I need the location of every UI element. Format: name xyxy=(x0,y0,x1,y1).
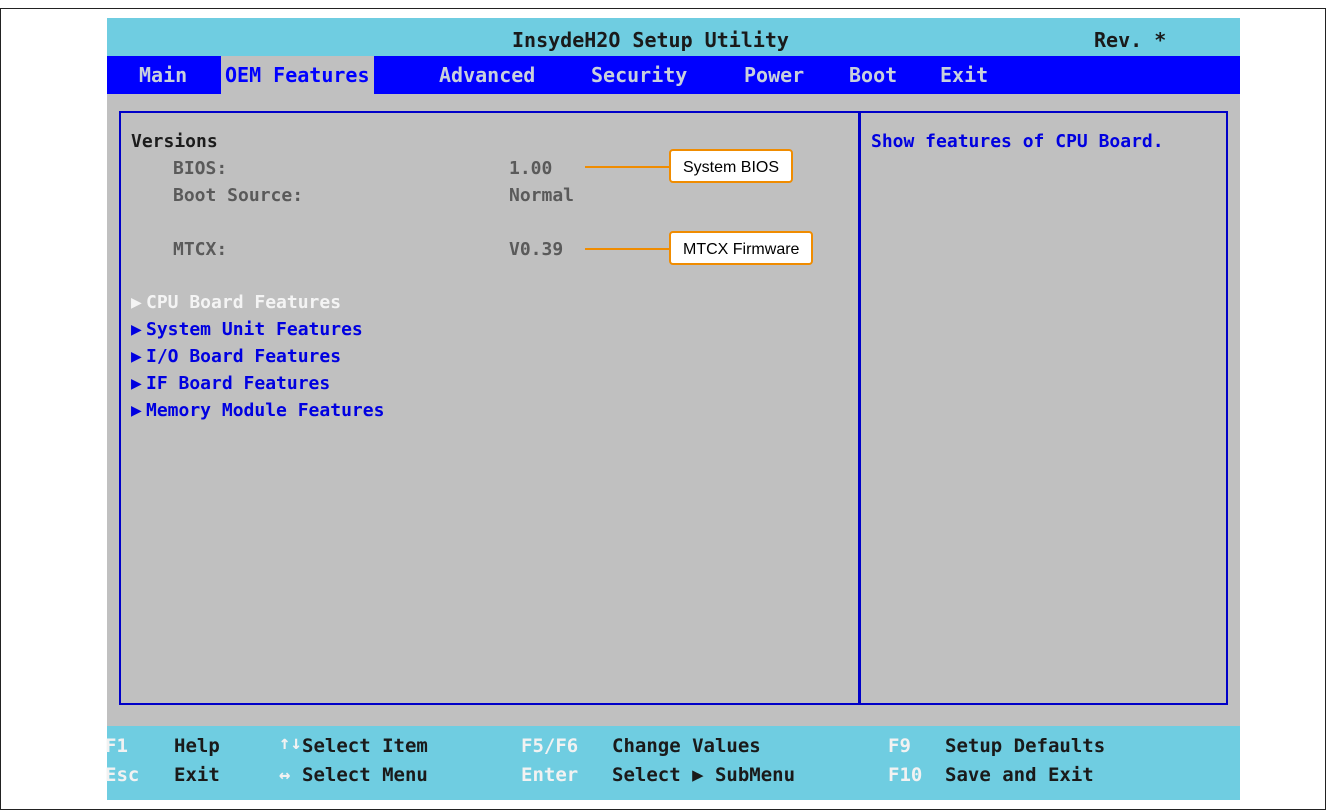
tab-oem-features[interactable]: OEM Features xyxy=(221,56,374,94)
tab-main[interactable]: Main xyxy=(135,56,191,94)
utility-title: InsydeH2O Setup Utility xyxy=(512,28,789,52)
select-menu-label: Select Menu xyxy=(302,764,428,786)
key-f9: F9 xyxy=(888,735,911,757)
key-help-footer: F1 Help ↑↓ Select Item F5/F6 Change Valu… xyxy=(105,726,1240,800)
submenu-arrow-icon: ▶ xyxy=(131,322,142,338)
submenu-arrow-icon: ▶ xyxy=(131,349,142,365)
versions-heading: Versions xyxy=(131,131,218,152)
help-text: Show features of CPU Board. xyxy=(871,131,1164,152)
mtcx-version-label: MTCX: xyxy=(173,239,228,260)
setup-defaults-label: Setup Defaults xyxy=(945,735,1106,757)
bios-version-label: BIOS: xyxy=(173,158,228,179)
key-f5-f6: F5/F6 xyxy=(521,735,579,757)
exit-label: Exit xyxy=(174,764,220,786)
help-panel: Show features of CPU Board. xyxy=(859,111,1228,705)
submenu-label: CPU Board Features xyxy=(146,292,342,313)
key-f10: F10 xyxy=(888,764,923,786)
boot-source-label: Boot Source: xyxy=(173,185,304,206)
submenu-label: System Unit Features xyxy=(146,319,363,340)
settings-panel: Versions BIOS: 1.00 Boot Source: Normal … xyxy=(119,111,860,705)
submenu-label: I/O Board Features xyxy=(146,346,342,367)
title-bar: InsydeH2O Setup Utility Rev. * xyxy=(107,18,1240,56)
save-and-exit-label: Save and Exit xyxy=(945,764,1094,786)
tab-exit[interactable]: Exit xyxy=(936,56,992,94)
bios-callout: System BIOS xyxy=(669,149,794,183)
bios-version-value: 1.00 xyxy=(509,158,553,179)
up-down-arrows-icon: ↑↓ xyxy=(279,732,302,754)
submenu-arrow-icon: ▶ xyxy=(131,376,142,392)
key-f1: F1 xyxy=(105,735,128,757)
tab-boot[interactable]: Boot xyxy=(845,56,901,94)
bios-setup-screen: InsydeH2O Setup Utility Rev. * Main OEM … xyxy=(105,18,1240,800)
boot-source-value: Normal xyxy=(509,185,575,206)
select-submenu-label: Select ▶ SubMenu xyxy=(612,764,796,786)
key-esc: Esc xyxy=(105,764,140,786)
submenu-arrow-icon: ▶ xyxy=(131,403,142,419)
mtcx-callout: MTCX Firmware xyxy=(669,231,814,265)
revision-label: Rev. * xyxy=(1094,28,1167,52)
key-enter: Enter xyxy=(521,764,579,786)
select-item-label: Select Item xyxy=(302,735,428,757)
tab-advanced[interactable]: Advanced xyxy=(435,56,539,94)
menu-bar: Main OEM Features Advanced Security Powe… xyxy=(107,56,1240,94)
mtcx-callout-leader xyxy=(585,248,669,250)
tab-power[interactable]: Power xyxy=(740,56,808,94)
tab-security[interactable]: Security xyxy=(587,56,691,94)
mtcx-version-value: V0.39 xyxy=(509,239,564,260)
submenu-arrow-icon: ▶ xyxy=(131,295,142,311)
submenu-label: Memory Module Features xyxy=(146,400,385,421)
submenu-label: IF Board Features xyxy=(146,373,331,394)
bios-callout-leader xyxy=(585,166,669,168)
key-f1-label: Help xyxy=(174,735,220,757)
change-values-label: Change Values xyxy=(612,735,761,757)
left-right-arrows-icon: ↔ xyxy=(279,764,291,786)
